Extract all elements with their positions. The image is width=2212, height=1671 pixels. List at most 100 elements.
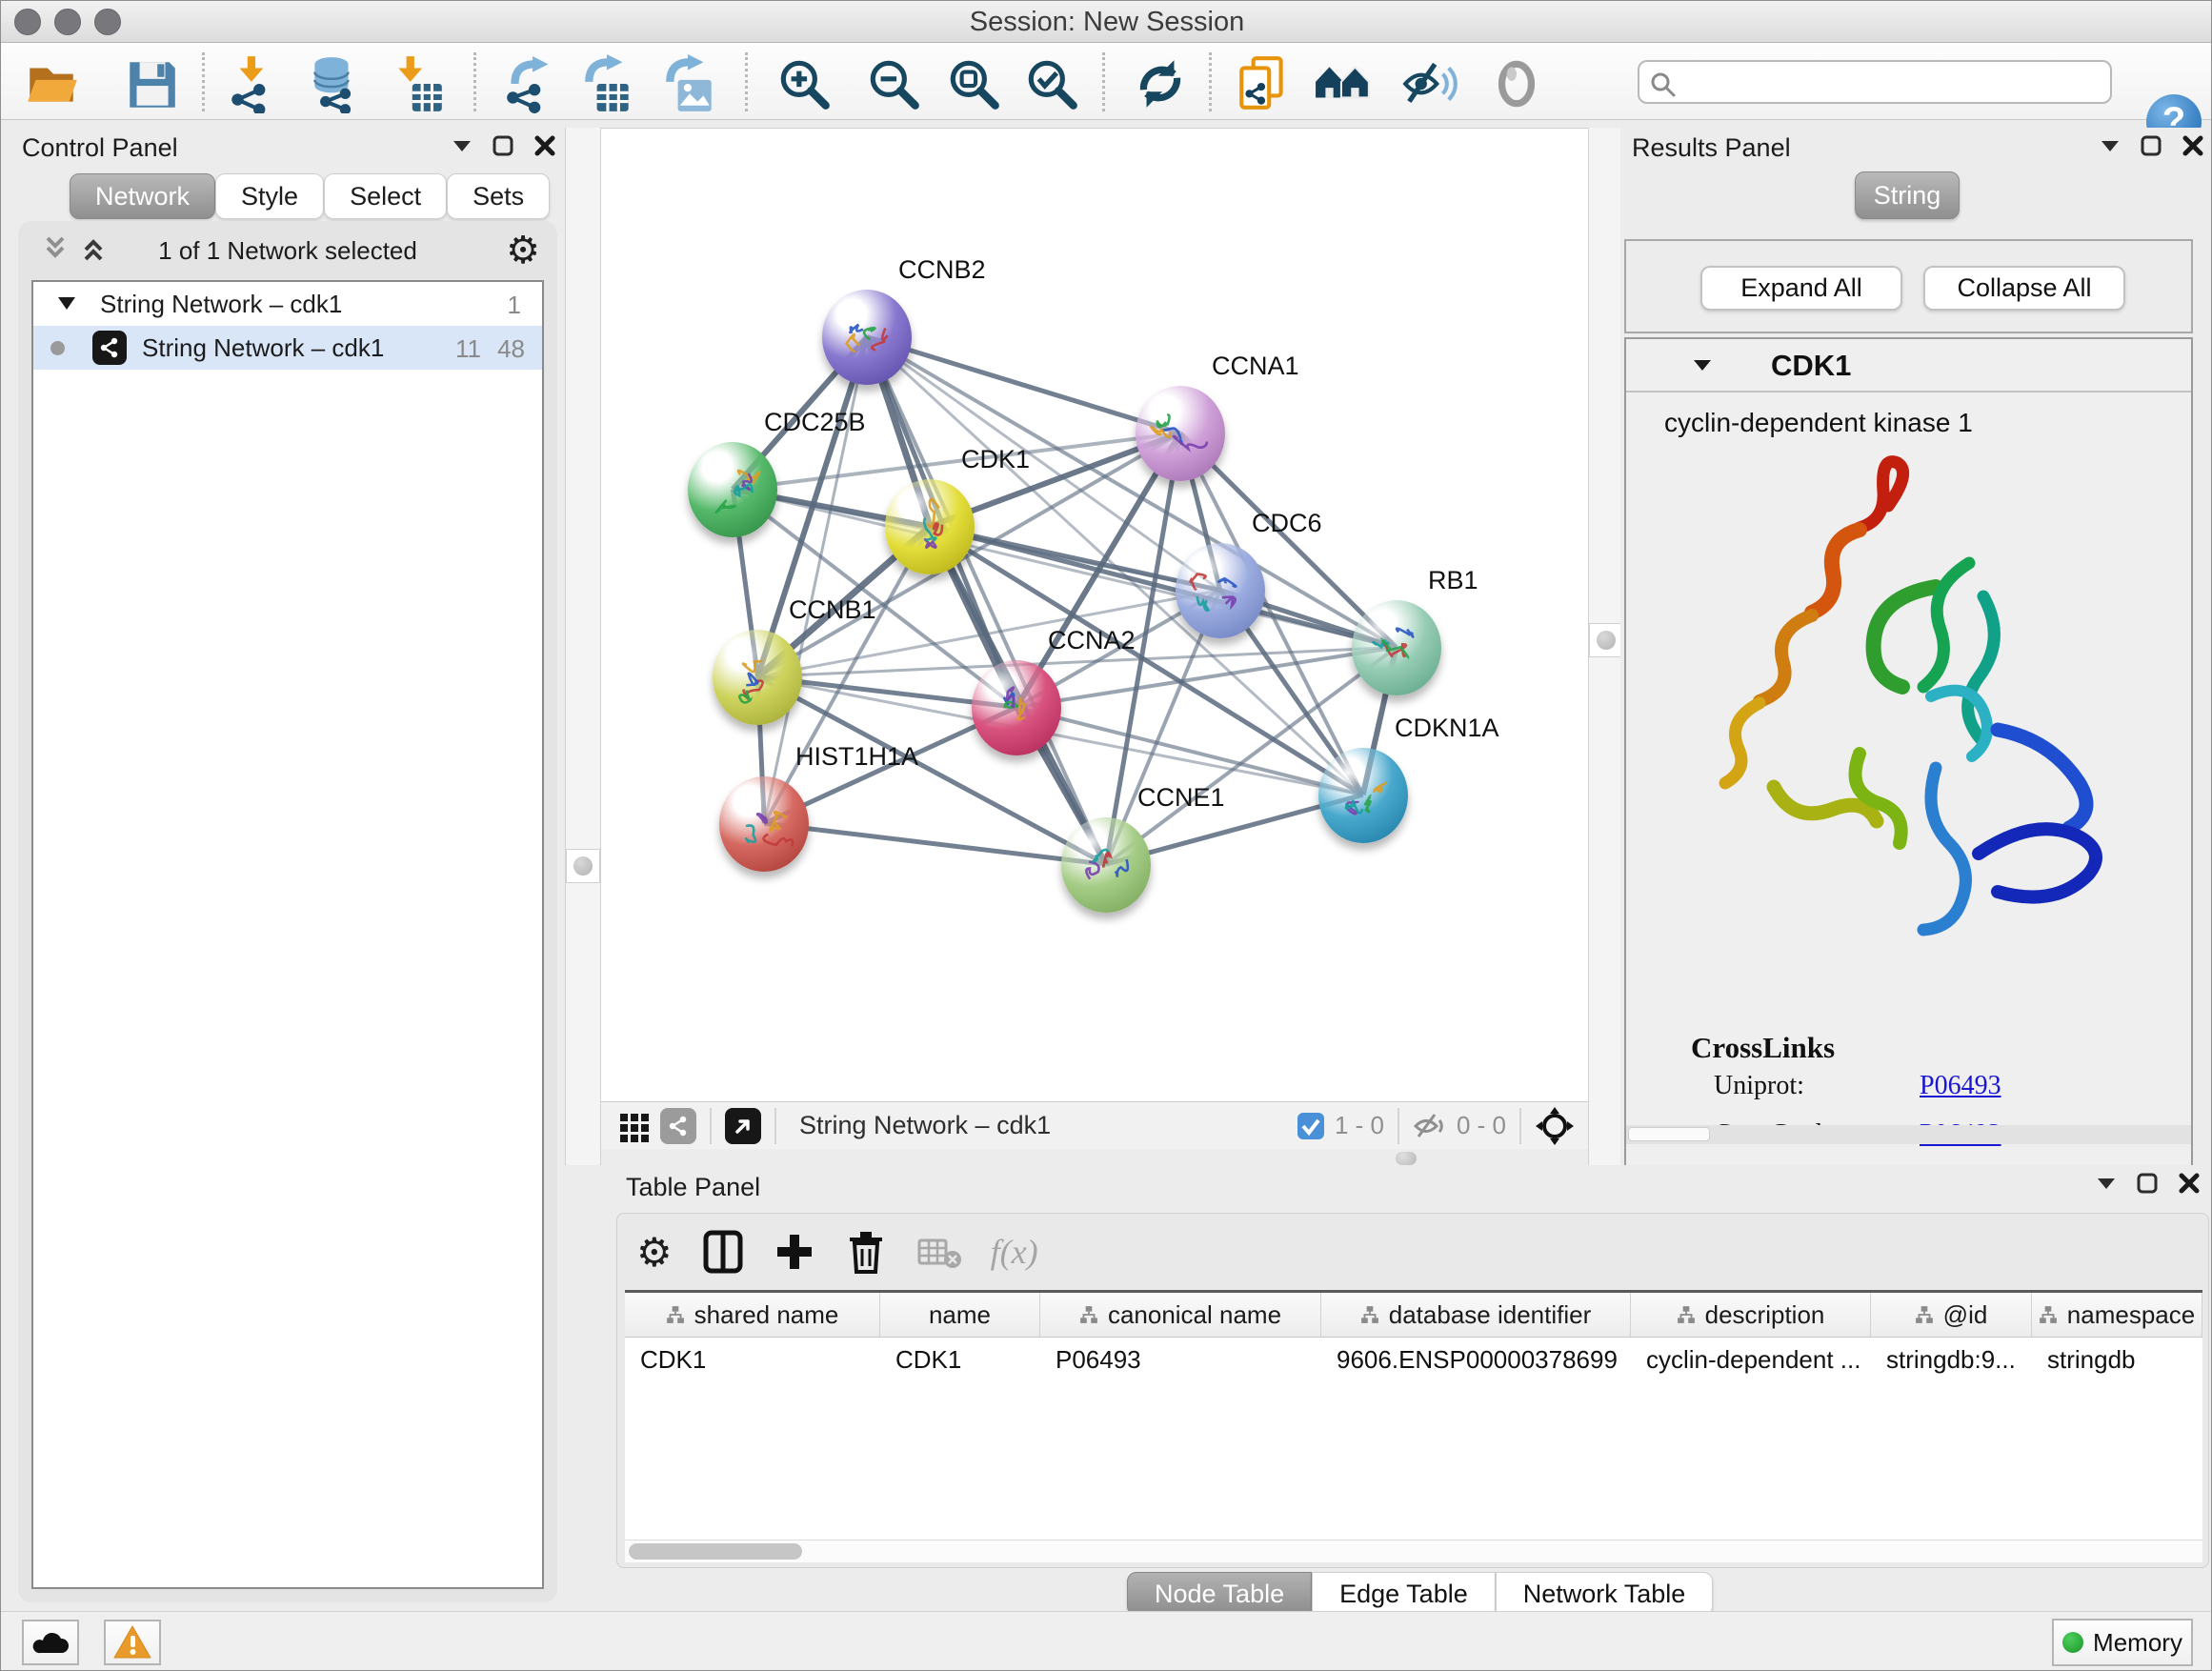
- tab-network[interactable]: Network: [70, 173, 215, 219]
- show-hide-graphics-button[interactable]: [1399, 54, 1458, 113]
- node-label-RB1[interactable]: RB1: [1428, 566, 1478, 595]
- table-cell[interactable]: CDK1: [625, 1338, 880, 1380]
- apply-layout-button[interactable]: [1314, 54, 1373, 113]
- export-network-button[interactable]: [501, 54, 560, 113]
- node-label-CCNB1[interactable]: CCNB1: [789, 595, 876, 625]
- panel-float-icon[interactable]: [2137, 1173, 2158, 1194]
- refresh-view-button[interactable]: [1131, 54, 1190, 113]
- node-label-CDC25B[interactable]: CDC25B: [764, 408, 866, 437]
- tab-sets[interactable]: Sets: [447, 173, 550, 219]
- panel-float-icon[interactable]: [2141, 135, 2162, 156]
- clone-network-button[interactable]: [1234, 54, 1293, 113]
- import-network-button[interactable]: [224, 54, 283, 113]
- network-node-CDK1[interactable]: [885, 479, 975, 574]
- zoom-in-button[interactable]: [774, 54, 834, 113]
- search-input[interactable]: [1683, 66, 2102, 98]
- table-cell[interactable]: stringdb: [2032, 1338, 2202, 1380]
- import-table-button[interactable]: [389, 54, 448, 113]
- table-row[interactable]: CDK1CDK1P064939606.ENSP00000378699cyclin…: [625, 1338, 2202, 1380]
- panel-close-icon[interactable]: [2179, 1173, 2200, 1194]
- birdseye-toggle-button[interactable]: [1487, 54, 1546, 113]
- column-header-databaseidentifier[interactable]: database identifier: [1321, 1293, 1631, 1337]
- splitter-grip[interactable]: [1589, 623, 1623, 657]
- network-edge[interactable]: [764, 823, 1106, 864]
- save-session-button[interactable]: [122, 54, 181, 113]
- tree-expand-icon[interactable]: [58, 297, 75, 310]
- bottom-splitter-grip[interactable]: [1396, 1152, 1417, 1165]
- column-header-id[interactable]: @id: [1871, 1293, 2032, 1337]
- network-collection-row[interactable]: String Network – cdk1 1: [33, 282, 542, 326]
- export-table-button[interactable]: [579, 54, 638, 113]
- export-image-button[interactable]: [660, 54, 719, 113]
- panel-menu-icon[interactable]: [452, 139, 472, 152]
- right-splitter[interactable]: [1588, 128, 1624, 1165]
- detach-view-icon[interactable]: [725, 1108, 761, 1144]
- gene-header-row[interactable]: CDK1: [1626, 339, 2191, 393]
- network-row-selected[interactable]: String Network – cdk1 11 48: [33, 326, 542, 370]
- node-label-HIST1H1A[interactable]: HIST1H1A: [795, 742, 918, 772]
- tab-select[interactable]: Select: [324, 173, 447, 219]
- cloud-status-button[interactable]: [22, 1620, 79, 1665]
- zoom-selected-button[interactable]: [1022, 54, 1081, 113]
- results-scrollbar[interactable]: [1626, 1125, 2191, 1144]
- network-options-gear-icon[interactable]: ⚙: [506, 229, 540, 272]
- grid-view-icon[interactable]: [616, 1108, 653, 1144]
- column-header-canonicalname[interactable]: canonical name: [1040, 1293, 1321, 1337]
- import-network-from-database-button[interactable]: [304, 54, 363, 113]
- tab-string[interactable]: String: [1855, 171, 1960, 219]
- network-node-CCNE1[interactable]: [1061, 817, 1151, 913]
- table-cell[interactable]: 9606.ENSP00000378699: [1321, 1338, 1631, 1380]
- tab-network-table[interactable]: Network Table: [1496, 1572, 1714, 1616]
- network-canvas[interactable]: CCNB2 CCNA1 CDC25B CDK1 CDC6 RB1 CCNB1 CCNA2 CDK…: [601, 128, 1588, 1101]
- zoom-fit-button[interactable]: [944, 54, 1003, 113]
- tab-style[interactable]: Style: [215, 173, 324, 219]
- panel-close-icon[interactable]: [2182, 135, 2203, 156]
- panel-float-icon[interactable]: [493, 135, 513, 156]
- string-network-badge-icon[interactable]: [660, 1108, 696, 1144]
- memory-button[interactable]: Memory: [2052, 1619, 2193, 1666]
- gene-collapse-icon[interactable]: [1693, 358, 1712, 372]
- column-header-description[interactable]: description: [1631, 1293, 1871, 1337]
- network-edge[interactable]: [867, 337, 1180, 433]
- network-node-HIST1H1A[interactable]: [719, 776, 809, 872]
- panel-menu-icon[interactable]: [2101, 139, 2120, 152]
- expand-all-button[interactable]: Expand All: [1700, 266, 1902, 311]
- node-label-CDKN1A[interactable]: CDKN1A: [1395, 714, 1499, 743]
- search-field[interactable]: [1638, 60, 2112, 104]
- table-cell[interactable]: stringdb:9...: [1871, 1338, 2032, 1380]
- show-columns-icon[interactable]: [701, 1228, 745, 1276]
- node-label-CCNB2[interactable]: CCNB2: [898, 255, 986, 285]
- table-horizontal-scrollbar[interactable]: [625, 1540, 2202, 1562]
- column-header-name[interactable]: name: [880, 1293, 1040, 1337]
- selected-checkbox-icon[interactable]: [1297, 1112, 1325, 1140]
- network-node-CCNA1[interactable]: [1136, 386, 1225, 481]
- birdseye-crosshair-icon[interactable]: [1535, 1106, 1575, 1146]
- collapse-all-button[interactable]: Collapse All: [1923, 266, 2125, 311]
- tab-edge-table[interactable]: Edge Table: [1312, 1572, 1496, 1616]
- panel-close-icon[interactable]: [534, 135, 555, 156]
- network-node-CDC25B[interactable]: [688, 442, 777, 537]
- crosslink-value-link[interactable]: P06493: [1920, 1071, 2001, 1100]
- node-label-CCNE1[interactable]: CCNE1: [1137, 783, 1225, 813]
- table-options-gear-icon[interactable]: ⚙: [636, 1229, 673, 1276]
- table-cell[interactable]: cyclin-dependent ...: [1631, 1338, 1871, 1380]
- panel-menu-icon[interactable]: [2097, 1177, 2116, 1190]
- network-node-CCNA2[interactable]: [972, 660, 1061, 755]
- network-node-CDKN1A[interactable]: [1318, 748, 1408, 843]
- network-edge[interactable]: [867, 337, 1106, 864]
- table-cell[interactable]: CDK1: [880, 1338, 1040, 1380]
- column-header-sharedname[interactable]: shared name: [625, 1293, 880, 1337]
- table-cell[interactable]: P06493: [1040, 1338, 1321, 1380]
- network-node-CDC6[interactable]: [1176, 543, 1265, 638]
- warnings-button[interactable]: [104, 1620, 161, 1665]
- node-label-CDC6[interactable]: CDC6: [1252, 509, 1322, 538]
- open-session-button[interactable]: [22, 54, 81, 113]
- network-node-CCNB1[interactable]: [713, 630, 802, 725]
- add-column-icon[interactable]: [774, 1231, 815, 1273]
- splitter-grip[interactable]: [566, 849, 600, 883]
- network-node-CCNB2[interactable]: [822, 290, 912, 385]
- left-splitter[interactable]: [565, 128, 601, 1165]
- node-label-CCNA2[interactable]: CCNA2: [1048, 626, 1136, 655]
- node-label-CDK1[interactable]: CDK1: [961, 445, 1030, 474]
- node-label-CCNA1[interactable]: CCNA1: [1212, 352, 1299, 381]
